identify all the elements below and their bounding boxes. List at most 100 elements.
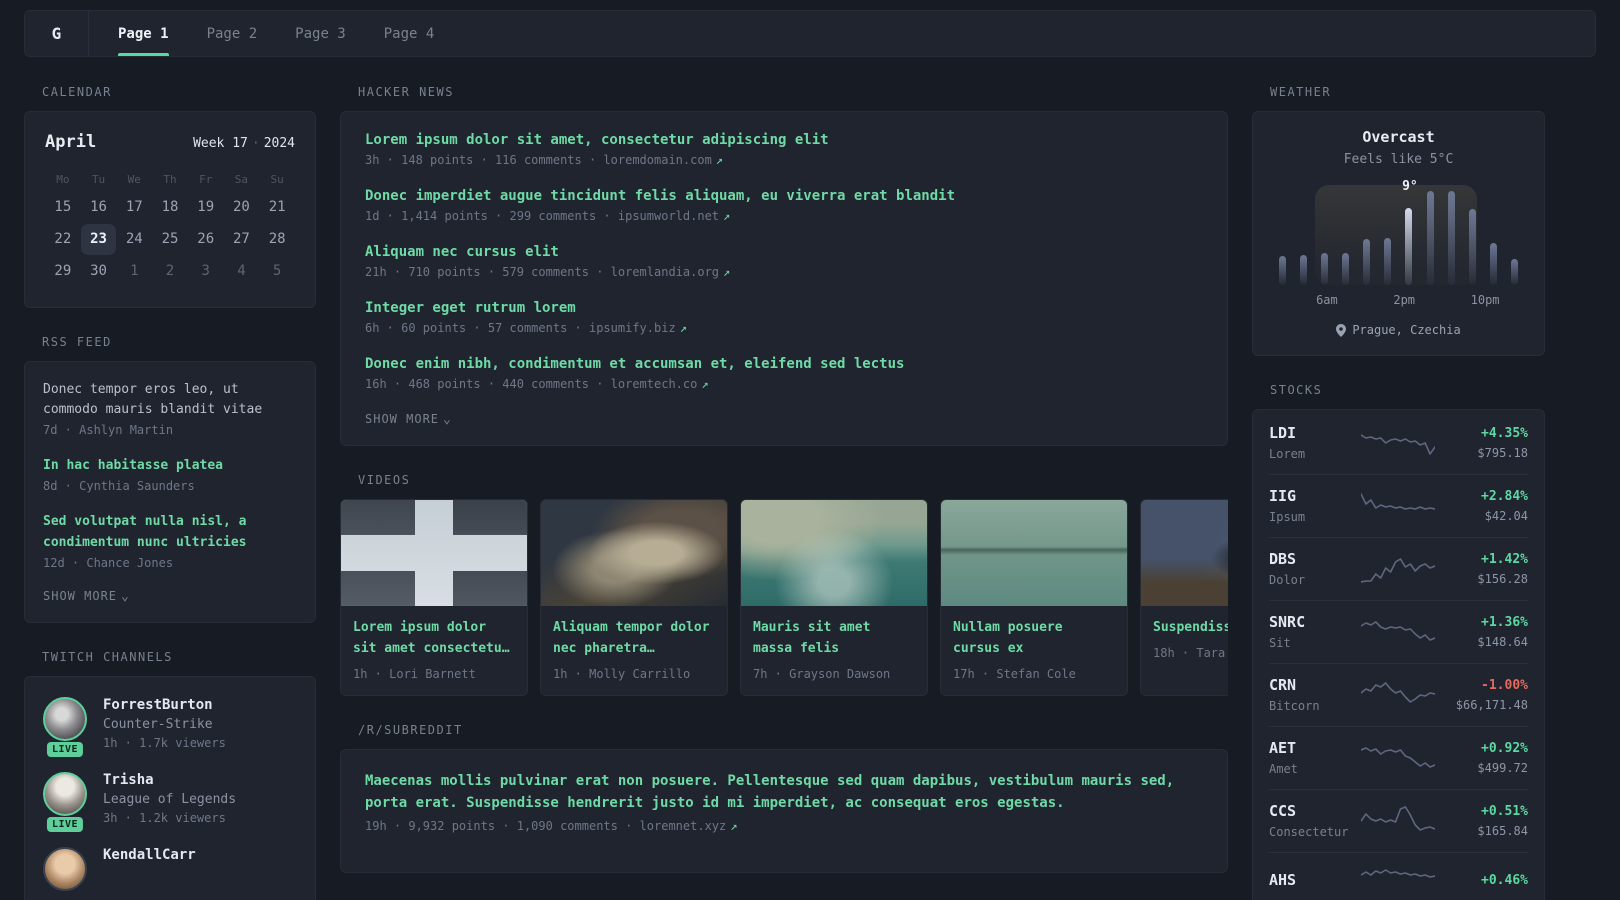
hackernews-item-domain[interactable]: ipsumify.biz	[589, 321, 676, 335]
page-tab[interactable]: Page 3	[276, 11, 365, 56]
video-title[interactable]: Suspendisse diam	[1153, 618, 1228, 639]
video-thumbnail[interactable]	[341, 500, 527, 606]
time-tick-label: 10pm	[1470, 293, 1500, 307]
hackernews-item-title[interactable]: Aliquam nec cursus elit	[365, 244, 1203, 260]
weather-bar-slot	[1426, 189, 1434, 285]
stock-symbol: CRN	[1269, 676, 1297, 694]
stock-price: $499.72	[1477, 760, 1528, 775]
video-thumbnail[interactable]	[941, 500, 1127, 606]
stock-row[interactable]: CCS Consectetur +0.51% $165.84	[1269, 789, 1528, 852]
weekday-label: Su	[270, 173, 284, 186]
weather-bar-slot	[1489, 189, 1497, 285]
widget-label-calendar: CALENDAR	[42, 85, 112, 99]
video-thumbnail[interactable]	[1141, 500, 1228, 606]
stock-sparkline	[1361, 680, 1435, 710]
hackernews-item: Aliquam nec cursus elit 21h · 710 points…	[365, 244, 1203, 279]
weather-bar-slot	[1468, 189, 1476, 285]
rss-item-title[interactable]: Sed volutpat nulla nisl, a condimentum n…	[43, 512, 297, 552]
calendar-days-grid: 15 16 17 18 19 20 21 22 23 24 25 26 27 28 29 30 1 2 3 4 5	[45, 192, 295, 287]
hackernews-item: Lorem ipsum dolor sit amet, consectetur …	[365, 132, 1203, 167]
hackernews-item-domain[interactable]: loremlandia.org	[611, 265, 719, 279]
stock-row[interactable]: AHS +0.46%	[1269, 852, 1528, 900]
stock-price: $66,171.48	[1455, 697, 1528, 712]
stock-row[interactable]: DBS Dolor +1.42% $156.28	[1269, 537, 1528, 600]
time-tick-label	[1356, 293, 1375, 307]
channel-name[interactable]: Trisha	[103, 772, 236, 788]
video-title[interactable]: Mauris sit amet massa felis	[753, 618, 915, 660]
app-logo[interactable]: G	[25, 11, 89, 56]
external-link-icon: ↗	[730, 819, 738, 834]
weekday-label: Th	[163, 173, 177, 186]
twitch-channel-row[interactable]: KendallCarr	[43, 846, 297, 891]
weather-bar	[1489, 242, 1497, 285]
calendar-day: 28	[268, 231, 286, 247]
video-card[interactable]: Lorem ipsum dolor sit amet consectetu… 1…	[340, 499, 528, 696]
rss-show-more-button[interactable]: SHOW MORE ⌄	[43, 589, 297, 604]
hackernews-item-domain[interactable]: loremdomain.com	[603, 153, 711, 167]
weather-bar-slot	[1363, 189, 1371, 285]
widget-label-videos: VIDEOS	[358, 473, 411, 487]
hackernews-item-meta: 16h · 468 points · 440 comments · loremt…	[365, 377, 709, 391]
video-card[interactable]: Suspendisse diam 18h · Tara	[1140, 499, 1228, 696]
video-card[interactable]: Aliquam tempor dolor nec pharetra… 1h · …	[540, 499, 728, 696]
weather-bar-slot	[1321, 189, 1329, 285]
hackernews-item-title[interactable]: Donec imperdiet augue tincidunt felis al…	[365, 188, 1203, 204]
hackernews-item-domain[interactable]: ipsumworld.net	[618, 209, 719, 223]
stock-row[interactable]: SNRC Sit +1.36% $148.64	[1269, 600, 1528, 663]
video-thumbnail[interactable]	[741, 500, 927, 606]
video-card[interactable]: Mauris sit amet massa felis 7h · Grayson…	[740, 499, 928, 696]
chevron-down-icon: ⌄	[121, 588, 130, 604]
page-tab[interactable]: Page 1	[99, 11, 188, 56]
videos-row: Lorem ipsum dolor sit amet consectetu… 1…	[340, 499, 1228, 696]
calendar-day: 23	[80, 224, 117, 255]
channel-name[interactable]: ForrestBurton	[103, 697, 226, 713]
weather-bar	[1342, 253, 1350, 285]
page-tab[interactable]: Page 4	[365, 11, 454, 56]
weather-condition: Overcast	[1362, 128, 1435, 146]
subreddit-post-domain[interactable]: loremnet.xyz	[640, 819, 727, 833]
page-tab[interactable]: Page 2	[188, 11, 277, 56]
rss-item-title[interactable]: In hac habitasse platea	[43, 456, 297, 476]
hackernews-show-more-button[interactable]: SHOW MORE ⌄	[365, 412, 1203, 427]
hackernews-card: Lorem ipsum dolor sit amet, consectetur …	[340, 111, 1228, 446]
calendar-day: 1	[130, 263, 139, 279]
channel-avatar	[43, 771, 87, 816]
video-title[interactable]: Nullam posuere cursus ex	[953, 618, 1115, 660]
weather-feels-like: Feels like 5°C	[1343, 152, 1454, 167]
stock-row[interactable]: CRN Bitcorn -1.00% $66,171.48	[1269, 663, 1528, 726]
video-thumbnail[interactable]	[541, 500, 727, 606]
weather-bar	[1279, 256, 1286, 285]
weather-bar-slot	[1279, 189, 1286, 285]
stock-row[interactable]: IIG Ipsum +2.84% $42.04	[1269, 474, 1528, 537]
twitch-channel-row[interactable]: LIVE Trisha League of Legends 3h · 1.2k …	[43, 771, 297, 832]
subreddit-post-title[interactable]: Maecenas mollis pulvinar erat non posuer…	[365, 770, 1203, 815]
twitch-channel-row[interactable]: LIVE ForrestBurton Counter-Strike 1h · 1…	[43, 696, 297, 757]
hackernews-item-title[interactable]: Donec enim nibh, condimentum et accumsan…	[365, 356, 1203, 372]
stock-sparkline	[1361, 554, 1435, 584]
channel-name[interactable]: KendallCarr	[103, 847, 196, 863]
video-title[interactable]: Lorem ipsum dolor sit amet consectetu…	[353, 618, 515, 660]
weather-bar	[1510, 259, 1518, 285]
calendar-day: 4	[237, 263, 246, 279]
calendar-day: 16	[90, 199, 107, 215]
video-title[interactable]: Aliquam tempor dolor nec pharetra…	[553, 618, 715, 660]
weather-bar-slot	[1384, 189, 1392, 285]
hackernews-item: Integer eget rutrum lorem 6h · 60 points…	[365, 300, 1203, 335]
hackernews-item-domain[interactable]: loremtech.co	[611, 377, 698, 391]
hackernews-item-title[interactable]: Integer eget rutrum lorem	[365, 300, 1203, 316]
calendar-weekday-row: Mo Tu We Th Fr Sa Su	[45, 168, 295, 192]
rss-item-meta: 12d · Chance Jones	[43, 555, 174, 570]
video-card[interactable]: Nullam posuere cursus ex 17h · Stefan Co…	[940, 499, 1128, 696]
rss-item-title[interactable]: Donec tempor eros leo, ut commodo mauris…	[43, 380, 297, 420]
weather-widget: WEATHER Overcast Feels like 5°C 9° 6am 2…	[1252, 85, 1545, 356]
hackernews-item-title[interactable]: Lorem ipsum dolor sit amet, consectetur …	[365, 132, 1203, 148]
weather-hourly-chart: 9°	[1279, 179, 1518, 285]
right-column: WEATHER Overcast Feels like 5°C 9° 6am 2…	[1252, 85, 1545, 900]
weekday-label: Mo	[56, 173, 70, 186]
stock-name: Bitcorn	[1269, 699, 1320, 713]
stock-row[interactable]: LDI Lorem +4.35% $795.18	[1269, 412, 1528, 474]
hackernews-item-meta: 3h · 148 points · 116 comments · loremdo…	[365, 153, 724, 167]
weather-bar	[1300, 255, 1308, 285]
stock-row[interactable]: AET Amet +0.92% $499.72	[1269, 726, 1528, 789]
stock-change: +1.42%	[1481, 551, 1528, 567]
